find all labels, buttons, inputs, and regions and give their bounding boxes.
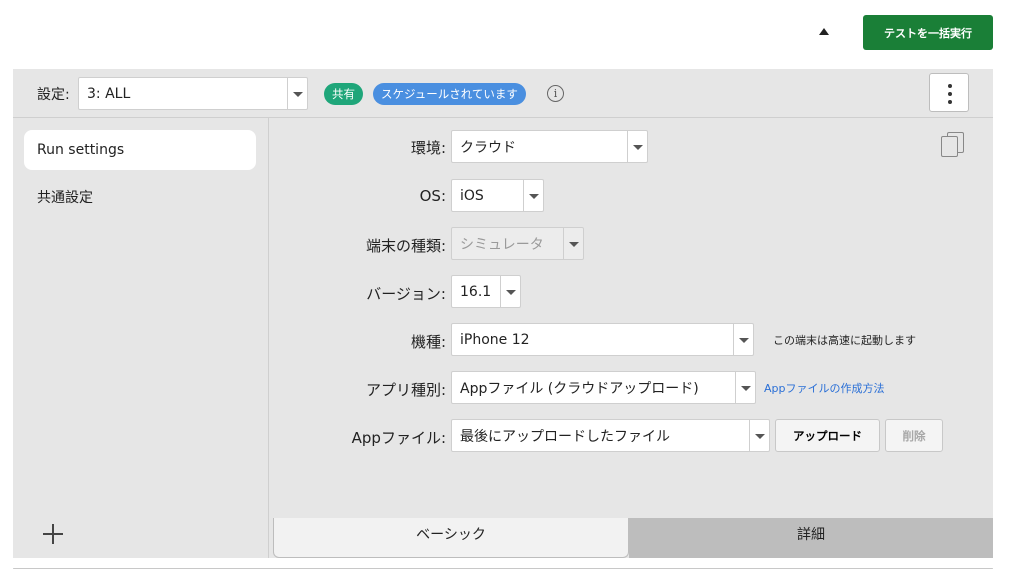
chevron-down-icon xyxy=(733,324,753,355)
os-value: iOS xyxy=(460,187,484,204)
app-guide-link[interactable]: Appファイルの作成方法 xyxy=(764,380,885,396)
copy-icon-front xyxy=(941,136,958,157)
settings-select[interactable]: 3: ALL xyxy=(78,77,308,110)
app-file-select[interactable]: 最後にアップロードしたファイル xyxy=(451,419,770,452)
chevron-down-icon xyxy=(749,420,769,451)
environment-label: 環境: xyxy=(410,139,446,157)
run-all-tests-button[interactable]: テストを一括実行 xyxy=(863,15,993,50)
settings-panel: 設定: 3: ALL 共有 スケジュールされています i Run setting… xyxy=(13,69,993,558)
tab-details[interactable]: 詳細 xyxy=(629,518,993,558)
shared-badge: 共有 xyxy=(324,83,363,105)
os-label: OS: xyxy=(419,187,446,205)
app-type-select[interactable]: Appファイル (クラウドアップロード) xyxy=(451,371,756,404)
version-select[interactable]: 16.1 xyxy=(451,275,521,308)
more-options-button[interactable] xyxy=(929,73,969,112)
panel-header: 設定: 3: ALL 共有 スケジュールされています i xyxy=(13,69,993,118)
app-type-value: Appファイル (クラウドアップロード) xyxy=(460,380,699,397)
copy-icon[interactable] xyxy=(941,132,965,158)
version-value: 16.1 xyxy=(460,283,492,300)
device-type-select: シミュレータ xyxy=(451,227,584,260)
sidebar: Run settings 共通設定 xyxy=(13,118,269,558)
add-icon[interactable] xyxy=(43,524,63,544)
chevron-down-icon xyxy=(627,131,647,162)
environment-select[interactable]: クラウド xyxy=(451,130,648,163)
delete-button: 削除 xyxy=(885,419,943,452)
sidebar-item-run-settings[interactable]: Run settings xyxy=(24,130,256,170)
device-type-label: 端末の種類: xyxy=(365,237,446,255)
info-icon[interactable]: i xyxy=(547,85,564,102)
environment-value: クラウド xyxy=(460,139,516,156)
chevron-down-icon xyxy=(735,372,755,403)
sidebar-item-common-settings[interactable]: 共通設定 xyxy=(24,178,256,218)
kebab-dot xyxy=(948,84,952,88)
kebab-dot xyxy=(948,100,952,104)
settings-select-value: 3: ALL xyxy=(87,85,131,102)
os-select[interactable]: iOS xyxy=(451,179,544,212)
model-note: この端末は高速に起動します xyxy=(773,334,916,347)
scheduled-badge: スケジュールされています xyxy=(373,83,526,105)
app-file-value: 最後にアップロードしたファイル xyxy=(460,428,670,445)
chevron-down-icon xyxy=(523,180,543,211)
chevron-down-icon xyxy=(500,276,520,307)
collapse-arrow-icon[interactable] xyxy=(819,28,829,35)
version-label: バージョン: xyxy=(366,285,446,303)
app-type-label: アプリ種別: xyxy=(365,381,446,399)
model-value: iPhone 12 xyxy=(460,331,530,348)
model-label: 機種: xyxy=(410,333,446,351)
chevron-down-icon xyxy=(287,78,307,109)
model-select[interactable]: iPhone 12 xyxy=(451,323,754,356)
kebab-dot xyxy=(948,92,952,96)
app-file-label: Appファイル: xyxy=(351,429,446,447)
bottom-divider xyxy=(13,568,993,569)
upload-button[interactable]: アップロード xyxy=(775,419,880,452)
settings-label: 設定: xyxy=(37,87,70,103)
device-type-value: シミュレータ xyxy=(460,236,544,253)
tab-basic[interactable]: ベーシック xyxy=(273,518,629,558)
chevron-down-icon xyxy=(563,228,583,259)
